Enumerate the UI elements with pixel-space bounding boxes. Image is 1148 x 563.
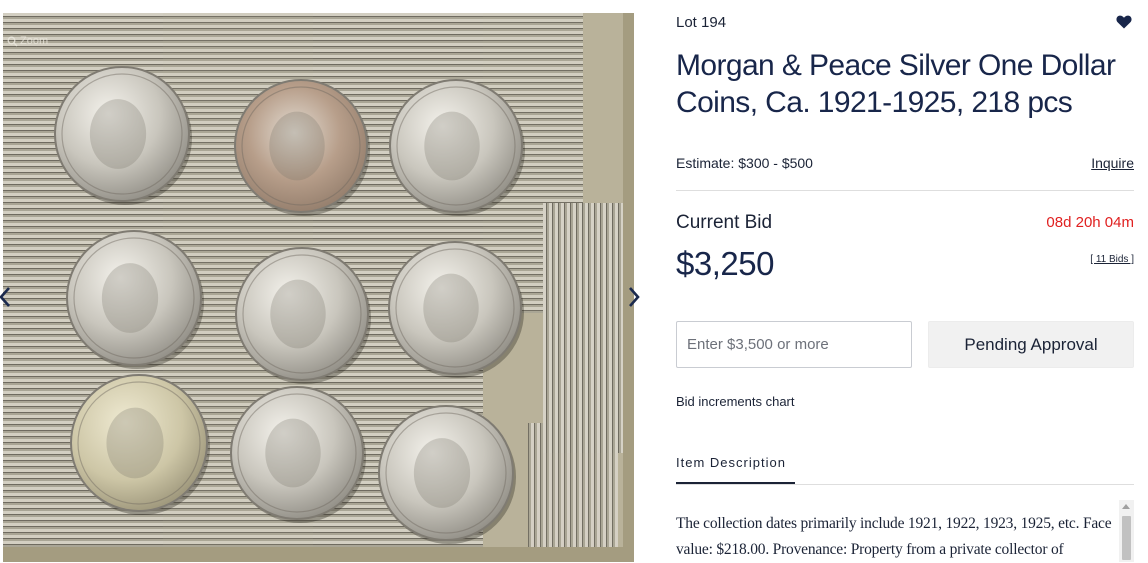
description-scrollbar[interactable]: [1119, 500, 1134, 562]
bid-amount-input[interactable]: [676, 321, 912, 368]
pending-approval-button[interactable]: Pending Approval: [928, 321, 1134, 368]
lot-details: Lot 194 Morgan & Peace Silver One Dollar…: [676, 0, 1134, 562]
current-bid-label: Current Bid: [676, 212, 773, 233]
tab-item-description[interactable]: Item Description: [676, 453, 795, 484]
previous-image-button[interactable]: [0, 283, 14, 311]
current-bid-amount: $3,250: [676, 245, 774, 282]
coins-image: [3, 13, 634, 562]
chevron-left-icon: [0, 287, 10, 307]
zoom-icon: [7, 36, 18, 46]
inquire-link[interactable]: Inquire: [1091, 155, 1134, 171]
watchlist-button[interactable]: [1116, 15, 1132, 34]
estimate-range: Estimate: $300 - $500: [676, 155, 813, 171]
zoom-label: Zoom: [20, 35, 49, 47]
lot-title: Morgan & Peace Silver One Dollar Coins, …: [676, 49, 1116, 119]
lot-number: Lot 194: [676, 14, 727, 31]
image-gallery: Zoom: [0, 0, 645, 562]
bid-increments-link[interactable]: Bid increments chart: [676, 394, 795, 409]
next-image-button[interactable]: [625, 283, 643, 311]
zoom-hint[interactable]: Zoom: [7, 35, 48, 47]
chevron-right-icon: [629, 287, 640, 307]
tab-divider: [676, 484, 1134, 485]
divider: [676, 190, 1134, 191]
scroll-up-arrow[interactable]: [1122, 504, 1130, 509]
lot-photo[interactable]: Zoom: [3, 13, 634, 562]
scrollbar-thumb[interactable]: [1122, 516, 1131, 560]
heart-icon: [1116, 15, 1132, 29]
item-description-text: The collection dates primarily include 1…: [676, 515, 1112, 558]
bid-count-link[interactable]: [ 11 Bids ]: [1090, 254, 1134, 265]
time-remaining: 08d 20h 04m: [1046, 214, 1134, 231]
